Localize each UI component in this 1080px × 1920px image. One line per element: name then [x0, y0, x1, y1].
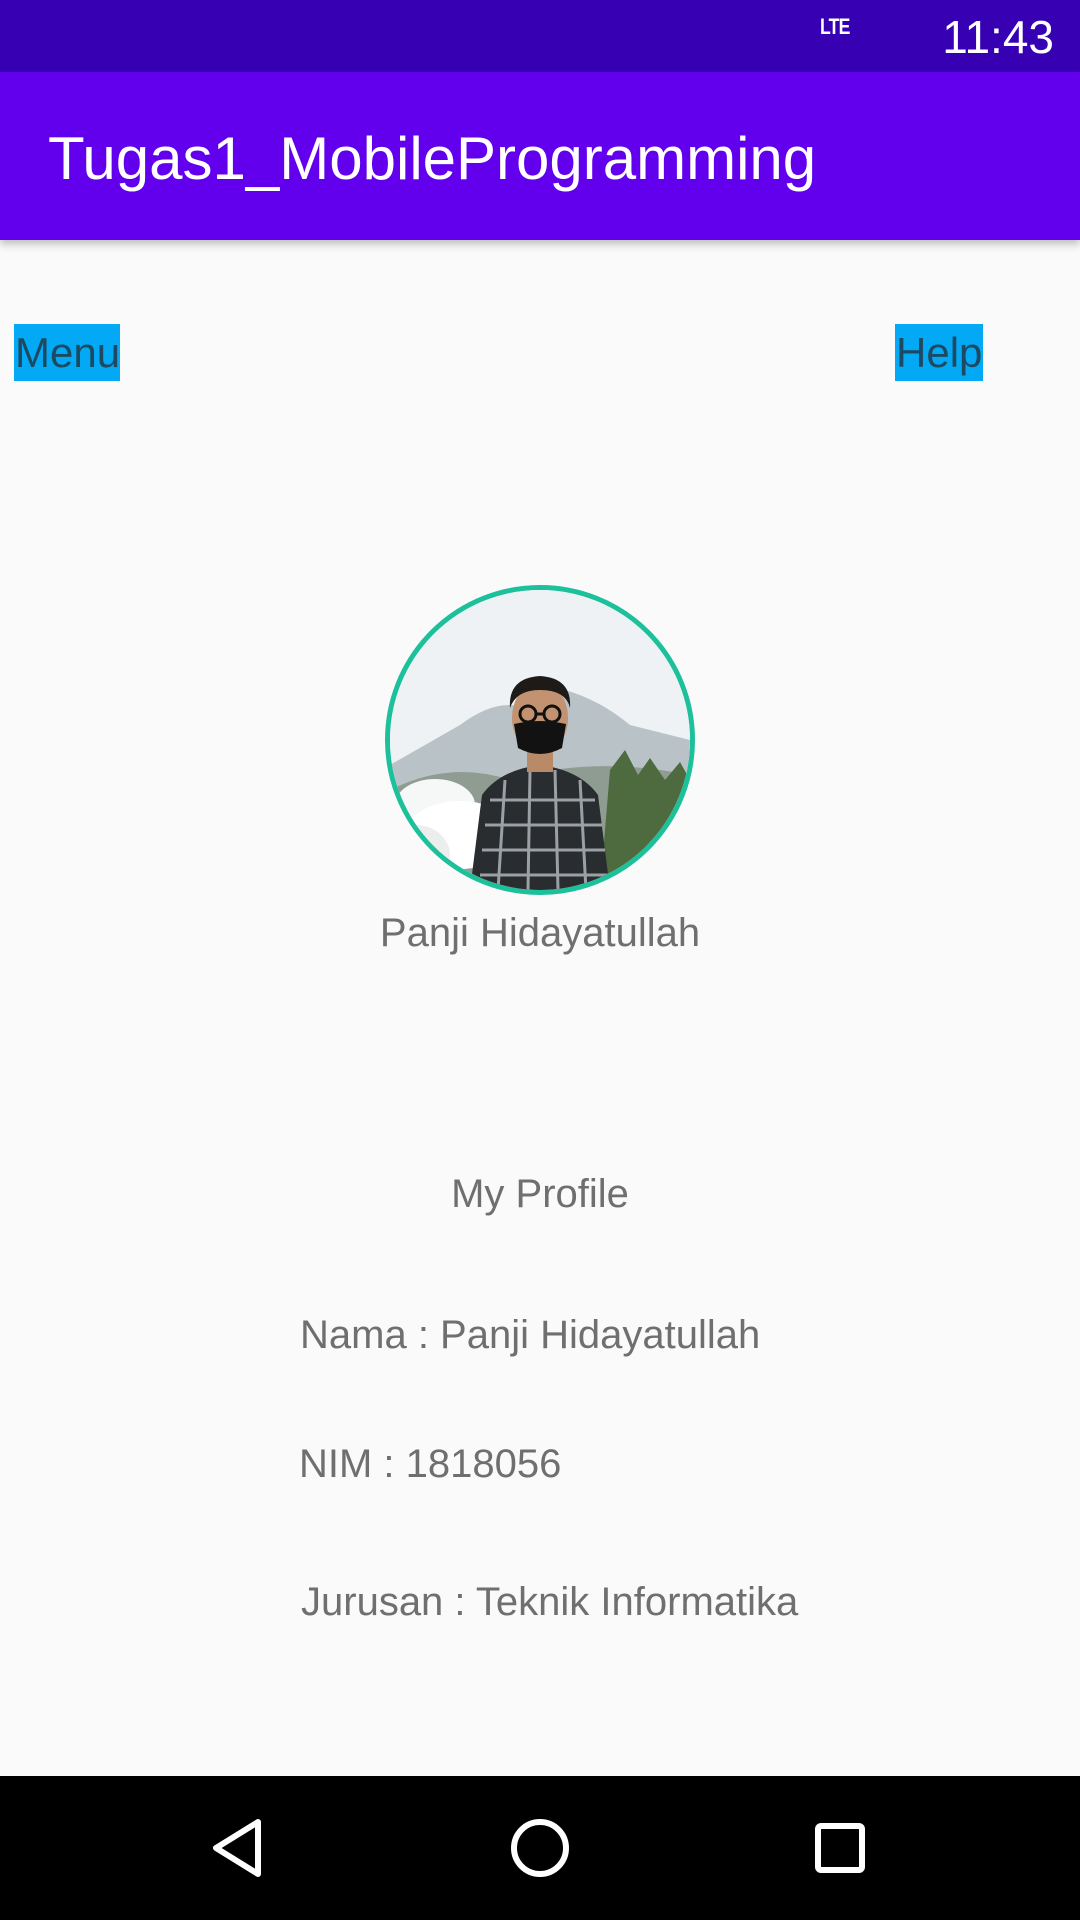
screen: LTE 11:43 Tugas1_MobileProgramming Menu … [0, 0, 1080, 1920]
recents-icon[interactable] [808, 1816, 872, 1880]
nama-text: Nama : Panji Hidayatullah [300, 1313, 761, 1357]
network-indicator: LTE [820, 14, 850, 39]
navigation-bar [0, 1776, 1080, 1920]
menu-button[interactable]: Menu [14, 324, 120, 381]
app-bar: Tugas1_MobileProgramming [0, 72, 1080, 240]
app-title: Tugas1_MobileProgramming [48, 125, 817, 192]
profile-heading: My Profile [451, 1172, 629, 1216]
help-button[interactable]: Help [895, 324, 983, 381]
nim-text: NIM : 1818056 [299, 1442, 562, 1486]
avatar [385, 585, 695, 895]
profile-name: Panji Hidayatullah [379, 911, 701, 955]
status-bar: LTE 11:43 [0, 0, 1080, 72]
back-icon[interactable] [208, 1816, 272, 1880]
status-time: 11:43 [942, 11, 1054, 63]
jurusan-text: Jurusan : Teknik Informatika [301, 1580, 799, 1624]
profile-photo-icon [390, 590, 690, 890]
home-icon[interactable] [508, 1816, 572, 1880]
